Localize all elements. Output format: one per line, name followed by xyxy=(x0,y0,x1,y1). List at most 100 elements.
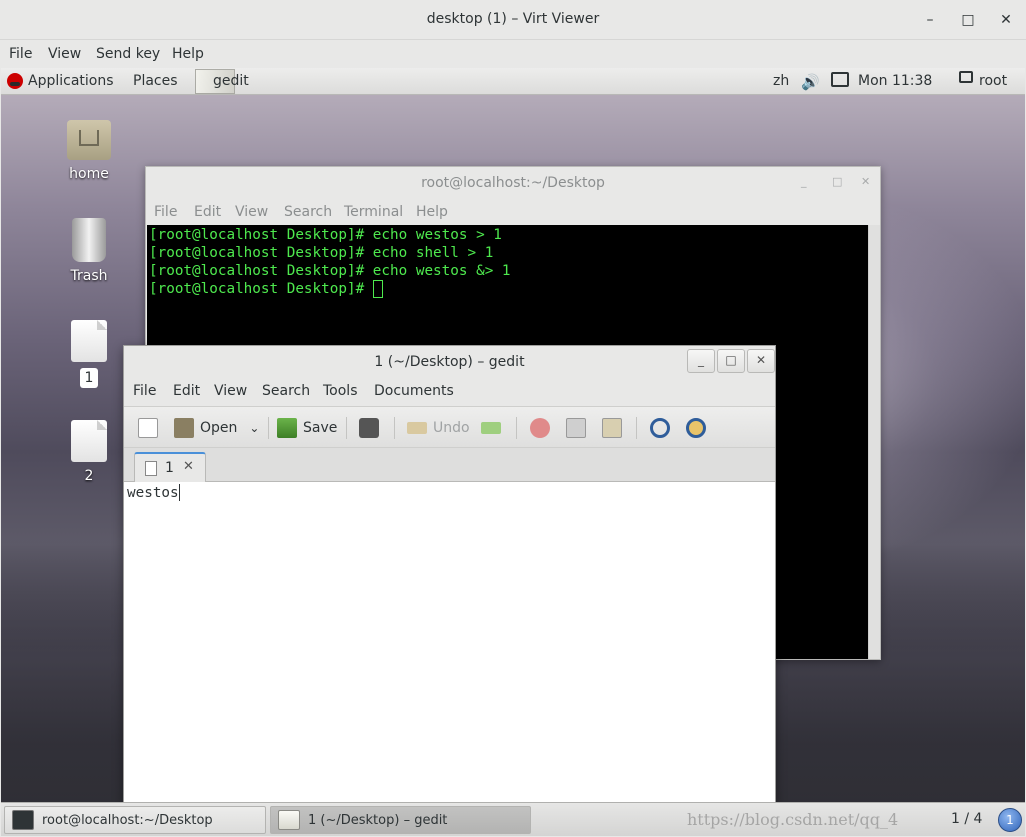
print-icon xyxy=(359,418,379,438)
desktop-icon-home[interactable]: home xyxy=(49,120,129,182)
gedit-maximize-button[interactable]: □ xyxy=(717,349,745,373)
gedit-menu-search[interactable]: Search xyxy=(262,383,310,399)
print-button[interactable] xyxy=(359,415,385,441)
taskbar-terminal[interactable]: root@localhost:~/Desktop xyxy=(4,806,266,834)
gedit-titlebar[interactable]: 1 (~/Desktop) – gedit _ □ ✕ xyxy=(124,346,775,378)
terminal-maximize-button[interactable]: □ xyxy=(832,175,842,188)
terminal-menu-edit[interactable]: Edit xyxy=(194,204,221,220)
redo-button[interactable] xyxy=(481,415,507,441)
viewer-menu-view[interactable]: View xyxy=(48,46,81,62)
viewer-minimize-button[interactable]: – xyxy=(920,10,940,30)
chevron-down-icon[interactable]: ⌄ xyxy=(249,421,259,435)
undo-label: Undo xyxy=(433,420,470,436)
terminal-titlebar[interactable]: root@localhost:~/Desktop _ □ ✕ xyxy=(146,167,880,199)
open-label: Open xyxy=(200,420,238,436)
user-icon xyxy=(959,71,973,83)
find-replace-icon xyxy=(686,418,706,438)
desktop-icon-file-2[interactable]: 2 xyxy=(49,420,129,484)
terminal-menu-search[interactable]: Search xyxy=(284,204,332,220)
desktop-icon-file-1[interactable]: 1 xyxy=(49,320,129,388)
gedit-menu-view[interactable]: View xyxy=(214,383,247,399)
close-tab-icon[interactable]: ✕ xyxy=(183,459,194,474)
cut-button[interactable] xyxy=(530,415,556,441)
file-2-label: 2 xyxy=(84,468,94,484)
search-button[interactable] xyxy=(650,415,676,441)
paste-button[interactable] xyxy=(602,415,628,441)
taskbar-gedit[interactable]: 1 (~/Desktop) – gedit xyxy=(270,806,531,834)
save-button[interactable]: Save xyxy=(277,415,337,441)
viewer-maximize-button[interactable]: □ xyxy=(958,10,978,30)
terminal-menu-view[interactable]: View xyxy=(235,204,268,220)
new-document-button[interactable] xyxy=(138,415,164,441)
watermark-text: https://blog.csdn.net/qq_4 xyxy=(687,810,899,829)
document-text: westos xyxy=(127,485,179,501)
viewer-menu-send-key[interactable]: Send key xyxy=(96,46,160,62)
places-menu[interactable]: Places xyxy=(133,73,178,89)
gedit-toolbar: Open ⌄ Save Undo xyxy=(124,406,775,448)
workspace-switcher-icon[interactable]: 1 xyxy=(998,808,1022,832)
terminal-title: root@localhost:~/Desktop xyxy=(421,175,605,191)
terminal-minimize-button[interactable]: _ xyxy=(801,175,807,188)
gedit-menu-tools[interactable]: Tools xyxy=(323,383,358,399)
viewer-menubar: File View Send key Help xyxy=(0,41,1026,68)
viewer-title: desktop (1) – Virt Viewer xyxy=(426,11,600,27)
gedit-menu-edit[interactable]: Edit xyxy=(173,383,200,399)
gedit-close-button[interactable]: ✕ xyxy=(747,349,775,373)
viewer-menu-file[interactable]: File xyxy=(9,46,32,62)
active-app-label[interactable]: gedit xyxy=(213,73,249,89)
gedit-window[interactable]: 1 (~/Desktop) – gedit _ □ ✕ File Edit Vi… xyxy=(123,345,776,803)
terminal-line: [root@localhost Desktop]# echo shell > 1 xyxy=(149,245,494,261)
desktop-icon-trash[interactable]: Trash xyxy=(49,218,129,284)
home-folder-icon xyxy=(67,120,111,160)
file-1-icon xyxy=(71,320,107,362)
gedit-menu-documents[interactable]: Documents xyxy=(374,383,454,399)
open-button[interactable]: Open ⌄ xyxy=(174,415,259,441)
terminal-line: [root@localhost Desktop]# echo westos &>… xyxy=(149,263,511,279)
file-2-icon xyxy=(71,420,107,462)
terminal-menu-file[interactable]: File xyxy=(154,204,177,220)
text-cursor xyxy=(178,484,180,501)
toolbar-separator xyxy=(636,417,637,439)
new-document-icon xyxy=(138,418,158,438)
volume-icon[interactable]: 🔊 xyxy=(801,73,820,91)
gedit-menu-file[interactable]: File xyxy=(133,383,156,399)
save-label: Save xyxy=(303,420,338,436)
top-panel: Applications Places gedit zh 🔊 Mon 11:38… xyxy=(1,68,1025,95)
toolbar-separator xyxy=(394,417,395,439)
clock[interactable]: Mon 11:38 xyxy=(858,73,932,89)
terminal-line: [root@localhost Desktop]# echo westos > … xyxy=(149,227,502,243)
terminal-menubar: File Edit View Search Terminal Help xyxy=(146,199,880,225)
undo-button[interactable]: Undo xyxy=(407,415,470,441)
user-menu[interactable]: root xyxy=(979,73,1007,89)
redo-icon xyxy=(481,422,501,434)
gedit-menubar: File Edit View Search Tools Documents xyxy=(124,378,775,406)
input-language-indicator[interactable]: zh xyxy=(773,73,789,89)
terminal-cursor xyxy=(372,280,383,298)
file-1-label: 1 xyxy=(79,368,99,388)
document-editor[interactable]: westos xyxy=(124,482,775,802)
toolbar-separator xyxy=(268,417,269,439)
terminal-scrollbar[interactable] xyxy=(868,225,880,659)
terminal-menu-terminal[interactable]: Terminal xyxy=(344,204,403,220)
paste-icon xyxy=(602,418,622,438)
terminal-menu-help[interactable]: Help xyxy=(416,204,448,220)
undo-icon xyxy=(407,422,427,434)
copy-button[interactable] xyxy=(566,415,592,441)
workspace-indicator[interactable]: 1 / 4 xyxy=(951,811,982,827)
viewer-close-button[interactable]: ✕ xyxy=(996,10,1016,30)
guest-desktop: Applications Places gedit zh 🔊 Mon 11:38… xyxy=(1,68,1025,836)
document-tab[interactable]: 1 ✕ xyxy=(134,452,206,483)
redhat-logo-icon xyxy=(7,73,23,89)
viewer-menu-help[interactable]: Help xyxy=(172,46,204,62)
terminal-close-button[interactable]: ✕ xyxy=(861,175,870,188)
document-icon xyxy=(145,461,157,476)
trash-label: Trash xyxy=(70,268,108,284)
gedit-icon xyxy=(278,810,300,830)
gedit-minimize-button[interactable]: _ xyxy=(687,349,715,373)
applications-menu[interactable]: Applications xyxy=(28,73,114,89)
gedit-title: 1 (~/Desktop) – gedit xyxy=(374,354,525,370)
replace-button[interactable] xyxy=(686,415,712,441)
network-icon[interactable] xyxy=(831,72,849,87)
open-folder-icon xyxy=(174,418,194,438)
cut-icon xyxy=(530,418,550,438)
